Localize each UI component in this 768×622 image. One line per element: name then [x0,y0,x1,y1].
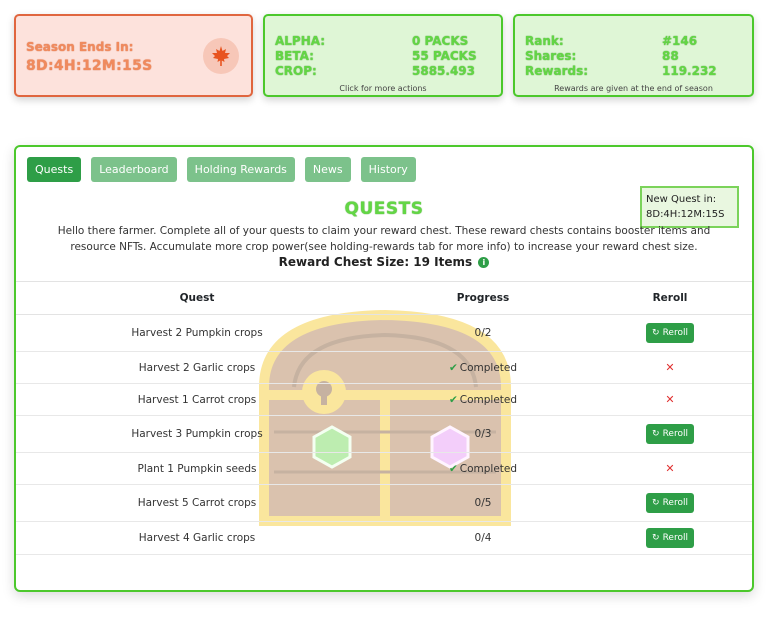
progress-value: 0/2 [474,327,492,339]
quest-name: Harvest 5 Carrot crops [16,484,378,522]
quest-column-header: Quest [16,281,378,315]
quest-progress: 0/3 [378,415,588,453]
maple-leaf-icon [203,38,239,74]
progress-value: 0/3 [474,428,492,440]
table-row: Harvest 4 Garlic crops 0/4 ↻ Reroll [16,521,752,555]
season-card: Season Ends In: 8D:4H:12M:15S [14,14,253,97]
quests-description: Hello there farmer. Complete all of your… [57,225,711,253]
reward-chest-size: Reward Chest Size: 19 Items i [16,255,752,269]
page-title: QUESTS [344,199,424,219]
quest-progress: ✔ Completed [378,383,588,416]
reroll-button[interactable]: ↻ Reroll [646,424,694,444]
close-icon: ✕ [665,462,675,475]
shares-value: 88 [662,49,679,63]
progress-value: 0/5 [474,497,492,509]
quest-reroll-cell: ↻ Reroll [588,521,752,555]
table-row: Plant 1 Pumpkin seeds ✔ Completed ✕ [16,452,752,485]
checkmark-icon: ✔ [448,361,458,374]
reroll-label: Reroll [662,429,688,439]
rewards-value: 119.232 [662,64,717,78]
tab-holding-rewards[interactable]: Holding Rewards [186,157,295,182]
refresh-icon: ↻ [652,429,660,439]
reroll-button[interactable]: ↻ Reroll [646,323,694,343]
quest-progress: ✔ Completed [378,452,588,485]
close-icon: ✕ [665,393,675,406]
tab-bar: Quests Leaderboard Holding Rewards News … [27,157,416,182]
reward-chest-size-text: Reward Chest Size: 19 Items [278,255,473,269]
rewards-label: Rewards: [525,64,589,78]
quest-reroll-cell: ↻ Reroll [588,415,752,453]
shares-card: Rank: #146 Shares: 88 Rewards: 119.232 R… [513,14,754,97]
quest-reroll-cell: ✕ [588,351,752,384]
progress-column-header: Progress [378,281,588,315]
reroll-label: Reroll [662,328,688,338]
beta-value: 55 PACKS [412,49,477,63]
progress-value: Completed [459,462,518,475]
tab-quests[interactable]: Quests [27,157,82,182]
quest-progress: 0/2 [378,314,588,352]
progress-value: 0/4 [474,532,492,544]
quest-name: Harvest 4 Garlic crops [16,521,378,555]
tab-history[interactable]: History [360,157,416,182]
refresh-icon: ↻ [652,533,660,543]
table-row: Harvest 1 Carrot crops ✔ Completed ✕ [16,383,752,416]
quest-name: Harvest 2 Garlic crops [16,351,378,384]
quest-progress: ✔ Completed [378,351,588,384]
quest-name: Harvest 3 Pumpkin crops [16,415,378,453]
season-countdown: 8D:4H:12M:15S [26,58,153,74]
quest-reroll-cell: ↻ Reroll [588,484,752,522]
packs-footer: Click for more actions [339,84,427,93]
checkmark-icon: ✔ [448,462,458,475]
crop-value: 5885.493 [412,64,476,78]
season-label: Season Ends In: [26,40,134,54]
table-row: Harvest 5 Carrot crops 0/5 ↻ Reroll [16,484,752,522]
close-icon: ✕ [665,361,675,374]
table-row: Harvest 2 Garlic crops ✔ Completed ✕ [16,351,752,384]
refresh-icon: ↻ [652,328,660,338]
quest-progress: 0/5 [378,484,588,522]
quests-panel: Quests Leaderboard Holding Rewards News … [14,145,754,592]
quest-name: Harvest 2 Pumpkin crops [16,314,378,352]
table-row: Harvest 2 Pumpkin crops 0/2 ↻ Reroll [16,314,752,352]
quest-name: Plant 1 Pumpkin seeds [16,452,378,485]
table-row: Harvest 3 Pumpkin crops 0/3 ↻ Reroll [16,415,752,453]
rank-label: Rank: [525,34,564,48]
alpha-value: 0 PACKS [412,34,469,48]
reroll-label: Reroll [662,533,688,543]
rank-value: #146 [662,34,698,48]
quest-name: Harvest 1 Carrot crops [16,383,378,416]
reroll-button[interactable]: ↻ Reroll [646,493,694,513]
reroll-button[interactable]: ↻ Reroll [646,528,694,548]
reroll-column-header: Reroll [588,281,752,315]
reroll-label: Reroll [662,498,688,508]
quest-reroll-cell: ✕ [588,383,752,416]
refresh-icon: ↻ [652,498,660,508]
tab-leaderboard[interactable]: Leaderboard [91,157,177,182]
packs-card[interactable]: ALPHA: 0 PACKS BETA: 55 PACKS CROP: 5885… [263,14,503,97]
alpha-label: ALPHA: [275,34,326,48]
shares-label: Shares: [525,49,577,63]
crop-label: CROP: [275,64,317,78]
quests-table: Quest Progress Reroll Harvest 2 Pumpkin … [16,281,752,555]
quest-reroll-cell: ↻ Reroll [588,314,752,352]
quest-progress: 0/4 [378,521,588,555]
shares-footer: Rewards are given at the end of season [554,84,713,93]
progress-value: Completed [459,393,518,406]
tab-news[interactable]: News [304,157,351,182]
checkmark-icon: ✔ [448,393,458,406]
progress-value: Completed [459,361,518,374]
beta-label: BETA: [275,49,314,63]
quest-reroll-cell: ✕ [588,452,752,485]
info-icon[interactable]: i [478,257,490,268]
